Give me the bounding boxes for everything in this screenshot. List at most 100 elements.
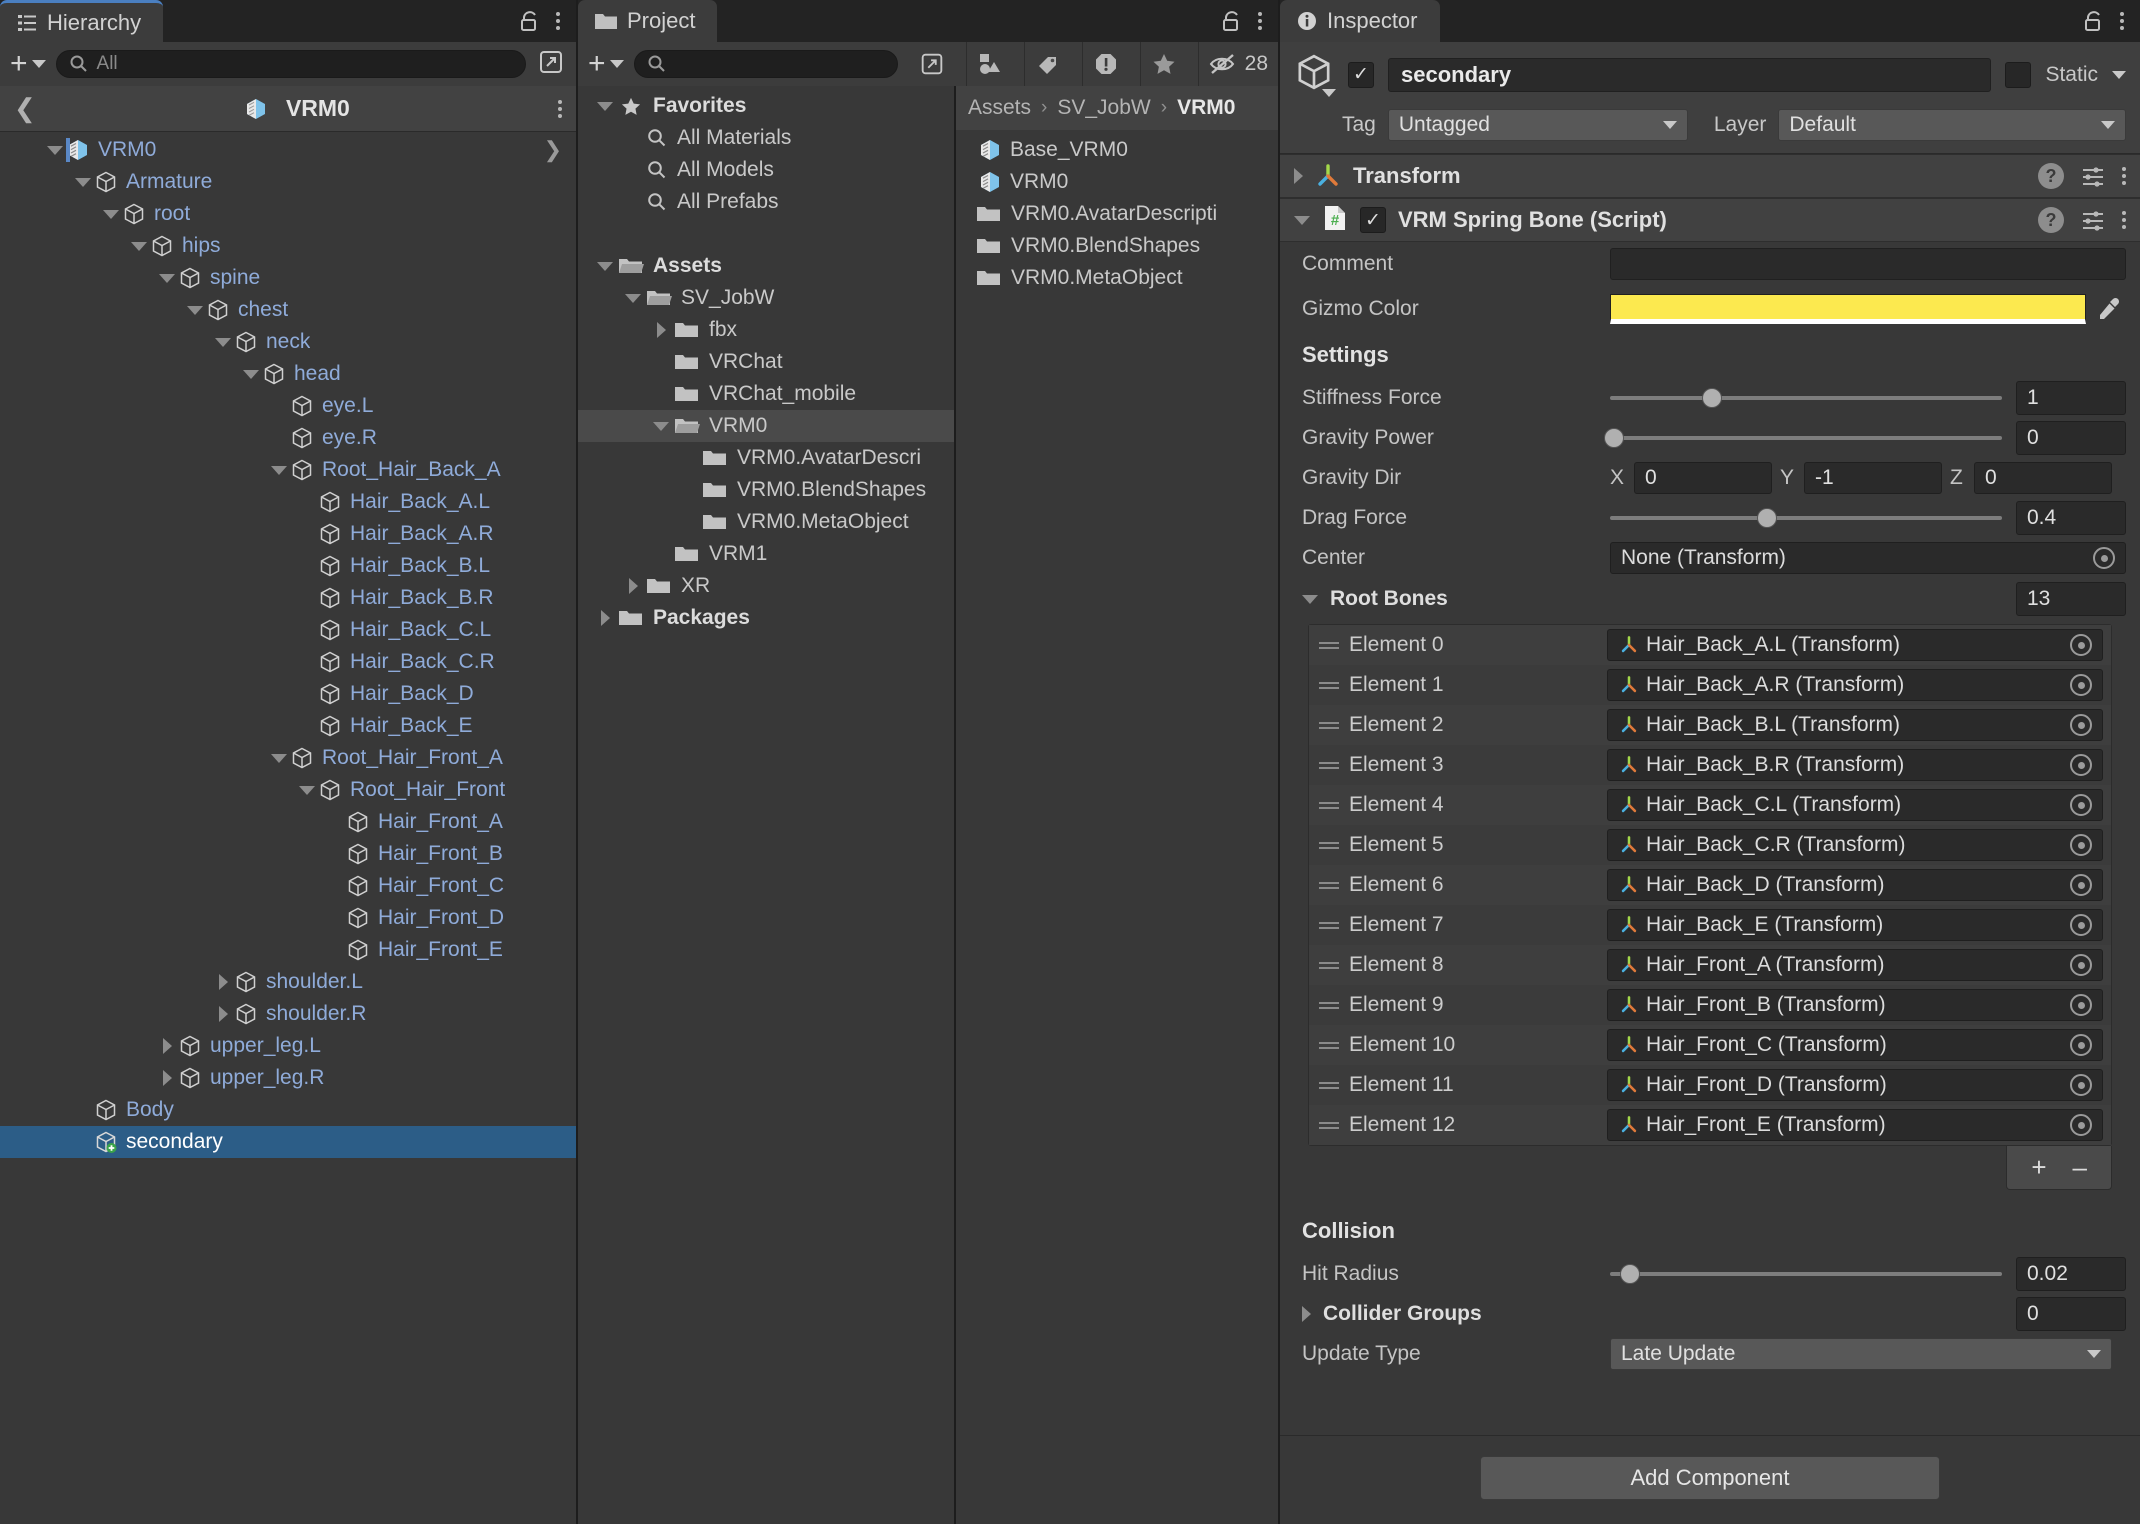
drag-handle-icon[interactable]: [1319, 1001, 1349, 1009]
project-file-item[interactable]: VRM0.AvatarDescripti: [956, 198, 1278, 230]
component-header-transform[interactable]: Transform ?: [1280, 154, 2140, 198]
gravity-dir-z-input[interactable]: 0: [1974, 462, 2112, 494]
hidden-items-toggle[interactable]: 28: [1197, 42, 1278, 86]
root-bone-element-row[interactable]: Element 12 Hair_Front_E (Transform): [1309, 1105, 2111, 1145]
chevron-down-icon[interactable]: [156, 273, 178, 283]
hierarchy-item-hair-front-b[interactable]: Hair_Front_B: [0, 838, 576, 870]
project-tree-item-all-materials[interactable]: All Materials: [578, 122, 954, 154]
hierarchy-item-hair-front-e[interactable]: Hair_Front_E: [0, 934, 576, 966]
project-tree-item-vrchat[interactable]: VRChat: [578, 346, 954, 378]
hierarchy-item-head[interactable]: head: [0, 358, 576, 390]
chevron-down-icon[interactable]: [592, 261, 618, 271]
list-add-button[interactable]: +: [2031, 1152, 2046, 1183]
object-picker-icon[interactable]: [2093, 547, 2115, 569]
tab-inspector[interactable]: Inspector: [1280, 0, 1440, 42]
drag-force-slider[interactable]: [1610, 502, 2002, 534]
update-type-dropdown[interactable]: Late Update: [1610, 1338, 2112, 1370]
hierarchy-add-button[interactable]: +: [10, 49, 46, 79]
chevron-right-icon[interactable]: ❯: [544, 137, 562, 163]
hierarchy-item-hair-back-c-r[interactable]: Hair_Back_C.R: [0, 646, 576, 678]
object-picker-icon[interactable]: [2070, 714, 2092, 736]
chevron-down-icon[interactable]: [268, 753, 290, 763]
drag-handle-icon[interactable]: [1319, 641, 1349, 649]
slider-knob[interactable]: [1756, 508, 1777, 528]
gravity-dir-x-input[interactable]: 0: [1634, 462, 1772, 494]
gravity-power-slider[interactable]: [1603, 422, 2002, 454]
chevron-down-icon[interactable]: [648, 421, 674, 431]
slider-knob[interactable]: [1701, 388, 1722, 408]
project-tree-item-assets[interactable]: Assets: [578, 250, 954, 282]
hierarchy-item-hair-back-a-r[interactable]: Hair_Back_A.R: [0, 518, 576, 550]
root-bones-count-field[interactable]: 13: [2016, 582, 2126, 616]
lock-icon[interactable]: [2082, 8, 2106, 34]
warning-octagon-icon[interactable]: [1081, 42, 1130, 86]
help-icon[interactable]: ?: [2038, 207, 2064, 233]
project-file-item[interactable]: VRM0: [956, 166, 1278, 198]
hierarchy-item-hair-back-d[interactable]: Hair_Back_D: [0, 678, 576, 710]
hierarchy-item-hair-front-c[interactable]: Hair_Front_C: [0, 870, 576, 902]
drag-handle-icon[interactable]: [1319, 1081, 1349, 1089]
breadcrumb-item-assets[interactable]: Assets: [968, 96, 1031, 120]
project-tree-item-all-prefabs[interactable]: All Prefabs: [578, 186, 954, 218]
project-file-list[interactable]: Base_VRM0 VRM0 VRM0.AvatarDescripti VRM0…: [956, 130, 1278, 294]
add-component-button[interactable]: Add Component: [1480, 1456, 1940, 1500]
root-bone-element-row[interactable]: Element 0 Hair_Back_A.L (Transform): [1309, 625, 2111, 665]
root-bone-element-row[interactable]: Element 9 Hair_Front_B (Transform): [1309, 985, 2111, 1025]
object-picker-icon[interactable]: [2070, 794, 2092, 816]
drag-force-value[interactable]: 0.4: [2016, 501, 2126, 535]
project-tree-item-fbx[interactable]: fbx: [578, 314, 954, 346]
drag-handle-icon[interactable]: [1319, 1041, 1349, 1049]
project-open-window-icon[interactable]: [908, 42, 956, 86]
hierarchy-item-hair-front-d[interactable]: Hair_Front_D: [0, 902, 576, 934]
chevron-down-icon[interactable]: [620, 293, 646, 303]
static-dropdown-chevron-icon[interactable]: [2112, 70, 2126, 79]
hierarchy-back-icon[interactable]: ❮: [14, 93, 36, 124]
hierarchy-menu-icon[interactable]: [556, 12, 560, 30]
root-bones-list[interactable]: Element 0 Hair_Back_A.L (Transform) Eleme…: [1308, 624, 2112, 1146]
drag-handle-icon[interactable]: [1319, 721, 1349, 729]
object-picker-icon[interactable]: [2070, 834, 2092, 856]
hierarchy-item-hips[interactable]: hips: [0, 230, 576, 262]
center-object-field[interactable]: None (Transform): [1610, 542, 2126, 574]
chevron-right-icon[interactable]: [212, 1006, 234, 1022]
hierarchy-search-input[interactable]: All: [55, 50, 526, 78]
root-bone-element-row[interactable]: Element 1 Hair_Back_A.R (Transform): [1309, 665, 2111, 705]
hierarchy-open-window-icon[interactable]: [536, 47, 566, 82]
element-object-field[interactable]: Hair_Front_C (Transform): [1607, 1029, 2103, 1061]
drag-handle-icon[interactable]: [1319, 841, 1349, 849]
element-object-field[interactable]: Hair_Back_A.R (Transform): [1607, 669, 2103, 701]
object-name-field[interactable]: secondary: [1388, 57, 1992, 92]
object-picker-icon[interactable]: [2070, 874, 2092, 896]
root-bone-element-row[interactable]: Element 6 Hair_Back_D (Transform): [1309, 865, 2111, 905]
project-file-item[interactable]: Base_VRM0: [956, 134, 1278, 166]
project-tree-item-vrm0-avatardescri[interactable]: VRM0.AvatarDescri: [578, 442, 954, 474]
hierarchy-item-body[interactable]: Body: [0, 1094, 576, 1126]
preset-icon[interactable]: [2080, 207, 2106, 233]
drag-handle-icon[interactable]: [1319, 1121, 1349, 1129]
root-bone-element-row[interactable]: Element 4 Hair_Back_C.L (Transform): [1309, 785, 2111, 825]
element-object-field[interactable]: Hair_Back_A.L (Transform): [1607, 629, 2103, 661]
hierarchy-item-root-hair-front[interactable]: Root_Hair_Front: [0, 774, 576, 806]
project-menu-icon[interactable]: [1258, 12, 1262, 30]
gizmo-color-swatch[interactable]: [1610, 294, 2086, 324]
chevron-down-icon[interactable]: [1302, 594, 1318, 604]
drag-handle-icon[interactable]: [1319, 761, 1349, 769]
label-tag-icon[interactable]: [1023, 42, 1072, 86]
project-folder-tree[interactable]: Favorites All Materials All Models All P…: [578, 86, 956, 1524]
root-bone-element-row[interactable]: Element 2 Hair_Back_B.L (Transform): [1309, 705, 2111, 745]
object-picker-icon[interactable]: [2070, 1034, 2092, 1056]
chevron-down-icon[interactable]: [296, 785, 318, 795]
project-tree-item-vrm0-metaobject[interactable]: VRM0.MetaObject: [578, 506, 954, 538]
tag-dropdown[interactable]: Untagged: [1387, 109, 1688, 141]
chevron-down-icon[interactable]: [240, 369, 262, 379]
gravity-dir-y-input[interactable]: -1: [1804, 462, 1942, 494]
tab-hierarchy[interactable]: Hierarchy: [0, 0, 164, 42]
drag-handle-icon[interactable]: [1319, 881, 1349, 889]
chevron-down-icon[interactable]: [128, 241, 150, 251]
element-object-field[interactable]: Hair_Front_B (Transform): [1607, 989, 2103, 1021]
chevron-right-icon[interactable]: [1294, 168, 1303, 184]
chevron-right-icon[interactable]: [1302, 1306, 1311, 1322]
eyedropper-icon[interactable]: [2092, 296, 2126, 322]
stiffness-force-value[interactable]: 1: [2016, 381, 2126, 415]
save-search-icon[interactable]: [965, 42, 1014, 86]
